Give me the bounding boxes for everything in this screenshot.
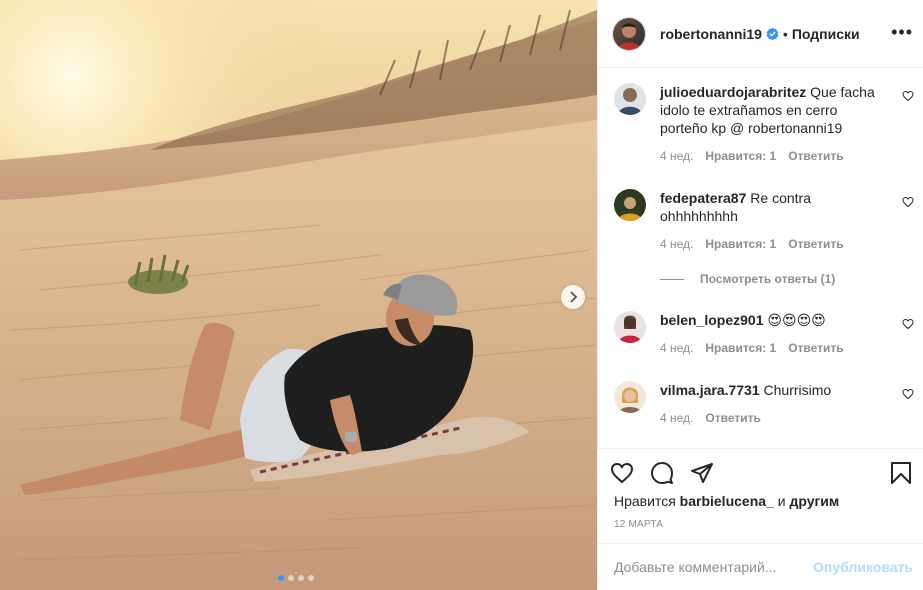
add-comment-bar: Опубликовать xyxy=(598,543,923,590)
comment-item: julioeduardojarabritez Que facha idolo t… xyxy=(614,83,914,163)
view-replies-button[interactable]: Посмотреть ответы (1) xyxy=(660,272,835,286)
bookmark-icon[interactable] xyxy=(887,453,915,493)
share-icon[interactable] xyxy=(690,453,730,493)
comment-like-heart-icon[interactable] xyxy=(902,195,914,213)
commenter-avatar[interactable] xyxy=(614,189,646,221)
comment-username[interactable]: fedepatera87 xyxy=(660,190,746,206)
comment-likes-count[interactable]: Нравится: 1 xyxy=(705,341,776,355)
avatar-photo-icon xyxy=(617,23,641,50)
commenter-avatar[interactable] xyxy=(614,381,646,413)
comment-item: vilma.jara.7731 Churrisimo 4 нед. Ответи… xyxy=(614,381,914,425)
comment-item: fedepatera87 Re contra ohhhhhhhhh 4 нед.… xyxy=(614,189,914,251)
likes-summary: Нравится barbielucena_ и другим xyxy=(614,493,839,509)
comment-time[interactable]: 4 нед. xyxy=(660,237,693,251)
carousel-dot xyxy=(308,575,314,581)
likes-middle: и xyxy=(777,493,786,509)
comment-input[interactable] xyxy=(614,559,814,575)
comment-reply-button[interactable]: Ответить xyxy=(705,411,760,425)
comment-username[interactable]: vilma.jara.7731 xyxy=(660,382,760,398)
post-actions-bar xyxy=(598,448,923,496)
carousel-indicator xyxy=(278,575,314,581)
comments-list: julioeduardojarabritez Que facha idolo t… xyxy=(598,68,923,448)
comment-icon[interactable] xyxy=(650,453,690,493)
publish-button[interactable]: Опубликовать xyxy=(813,559,913,575)
comment-time[interactable]: 4 нед. xyxy=(660,149,693,163)
avatar-photo-icon xyxy=(614,381,646,413)
comment-text: 😍😍😍😍 xyxy=(767,312,826,328)
chevron-right-icon xyxy=(570,291,578,303)
post-header: robertonanni19 • Подписки ••• xyxy=(598,0,923,68)
view-replies-label: Посмотреть ответы (1) xyxy=(700,272,836,286)
comment-meta: 4 нед. Нравится: 1 Ответить xyxy=(660,237,914,251)
comment-likes-count[interactable]: Нравится: 1 xyxy=(705,149,776,163)
likes-others-link[interactable]: другим xyxy=(789,493,839,509)
comment-text: Churrisimo xyxy=(763,382,832,398)
heart-icon[interactable] xyxy=(610,453,650,493)
likes-user-link[interactable]: barbielucena_ xyxy=(680,493,774,509)
post-photo xyxy=(0,0,597,590)
carousel-next-button[interactable] xyxy=(561,285,585,309)
avatar-photo-icon xyxy=(614,189,646,221)
comment-reply-button[interactable]: Ответить xyxy=(788,149,843,163)
author-username[interactable]: robertonanni19 xyxy=(660,26,762,42)
commenter-avatar[interactable] xyxy=(614,83,646,115)
comment-likes-count[interactable]: Нравится: 1 xyxy=(705,237,776,251)
comment-reply-button[interactable]: Ответить xyxy=(788,341,843,355)
comment-text-block: vilma.jara.7731 Churrisimo xyxy=(660,381,885,399)
comment-username[interactable]: belen_lopez901 xyxy=(660,312,764,328)
comment-text-block: fedepatera87 Re contra ohhhhhhhhh xyxy=(660,189,885,225)
comment-meta: 4 нед. Нравится: 1 Ответить xyxy=(660,149,914,163)
author-avatar[interactable] xyxy=(612,16,646,51)
carousel-dot xyxy=(288,575,294,581)
comment-text-block: julioeduardojarabritez Que facha idolo t… xyxy=(660,83,885,137)
commenter-avatar[interactable] xyxy=(614,311,646,343)
comment-text-block: belen_lopez901 😍😍😍😍 xyxy=(660,311,885,329)
avatar-photo-icon xyxy=(614,311,646,343)
comment-meta: 4 нед. Нравится: 1 Ответить xyxy=(660,341,914,355)
beach-scene-image xyxy=(0,0,597,590)
following-button[interactable]: Подписки xyxy=(792,26,860,42)
more-icon[interactable]: ••• xyxy=(891,22,913,43)
carousel-dot xyxy=(278,575,284,581)
comment-like-heart-icon[interactable] xyxy=(902,317,914,335)
comment-time[interactable]: 4 нед. xyxy=(660,411,693,425)
verified-icon xyxy=(766,27,779,40)
post-side-panel: robertonanni19 • Подписки ••• julioeduar… xyxy=(597,0,923,590)
replies-divider xyxy=(660,278,684,280)
comment-username[interactable]: julioeduardojarabritez xyxy=(660,84,806,100)
avatar-photo-icon xyxy=(614,83,646,115)
comment-reply-button[interactable]: Ответить xyxy=(788,237,843,251)
comment-like-heart-icon[interactable] xyxy=(902,89,914,107)
instagram-post-modal: robertonanni19 • Подписки ••• julioeduar… xyxy=(0,0,923,590)
post-date[interactable]: 12 марта xyxy=(614,519,663,530)
comment-like-heart-icon[interactable] xyxy=(902,387,914,405)
comment-time[interactable]: 4 нед. xyxy=(660,341,693,355)
likes-prefix: Нравится xyxy=(614,493,676,509)
carousel-dot xyxy=(298,575,304,581)
comment-item: belen_lopez901 😍😍😍😍 4 нед. Нравится: 1 О… xyxy=(614,311,914,355)
header-separator: • xyxy=(782,25,788,42)
comment-meta: 4 нед. Ответить xyxy=(660,411,914,425)
